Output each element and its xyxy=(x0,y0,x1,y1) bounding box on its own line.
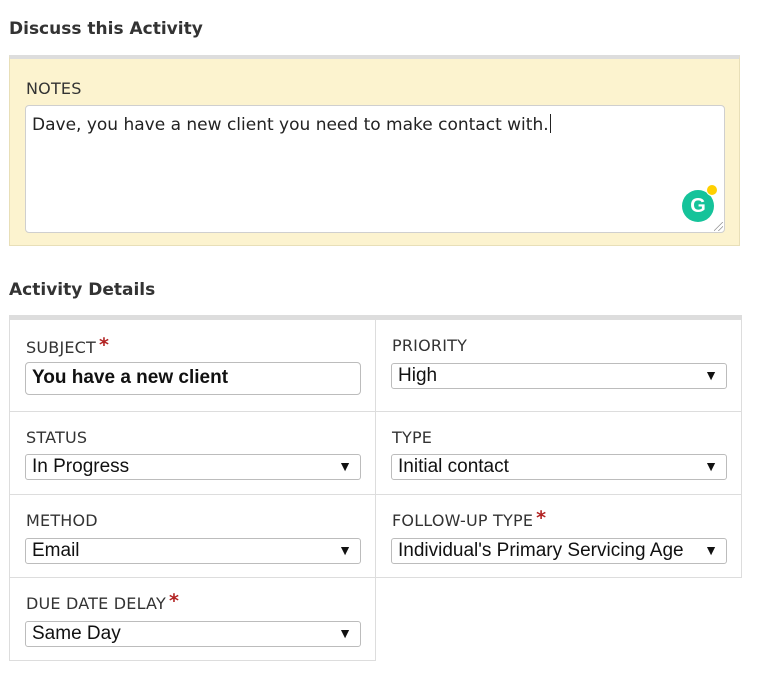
priority-cell: PRIORITY High ▼ xyxy=(375,319,742,412)
subject-cell: SUBJECT * You have a new client xyxy=(9,319,376,412)
type-value: Initial contact xyxy=(398,456,509,477)
resize-handle[interactable] xyxy=(714,222,723,231)
chevron-down-icon: ▼ xyxy=(338,542,352,558)
priority-select[interactable]: High ▼ xyxy=(391,363,727,389)
priority-value: High xyxy=(398,365,438,386)
followup-type-value: Individual's Primary Servicing Age xyxy=(398,540,684,561)
discuss-section-title: Discuss this Activity xyxy=(9,19,203,39)
notes-label: NOTES xyxy=(26,79,82,98)
activity-details-grid: SUBJECT * You have a new client PRIORITY … xyxy=(9,315,742,661)
required-marker: * xyxy=(536,507,547,529)
chevron-down-icon: ▼ xyxy=(338,458,352,474)
subject-input[interactable]: You have a new client xyxy=(25,362,361,395)
followup-type-label: FOLLOW-UP TYPE * xyxy=(392,507,547,530)
due-date-delay-value: Same Day xyxy=(32,623,121,644)
chevron-down-icon: ▼ xyxy=(704,458,718,474)
type-label: TYPE xyxy=(392,428,433,447)
notes-text: Dave, you have a new client you need to … xyxy=(32,114,551,135)
priority-label: PRIORITY xyxy=(392,336,468,355)
notes-panel: NOTES Dave, you have a new client you ne… xyxy=(9,55,740,246)
status-label: STATUS xyxy=(26,428,88,447)
grammarly-notification-dot xyxy=(706,184,718,196)
text-caret xyxy=(549,114,551,133)
status-cell: STATUS In Progress ▼ xyxy=(9,411,376,495)
notes-textarea[interactable]: Dave, you have a new client you need to … xyxy=(25,105,725,233)
status-select[interactable]: In Progress ▼ xyxy=(25,454,361,480)
required-marker: * xyxy=(168,590,180,612)
type-cell: TYPE Initial contact ▼ xyxy=(375,411,742,495)
required-marker: * xyxy=(99,334,110,356)
method-value: Email xyxy=(32,540,80,561)
chevron-down-icon: ▼ xyxy=(704,367,718,383)
subject-label: SUBJECT * xyxy=(26,334,110,357)
method-label: METHOD xyxy=(26,511,98,530)
status-value: In Progress xyxy=(32,456,130,477)
due-date-delay-cell: DUE DATE DELAY * Same Day ▼ xyxy=(9,577,376,661)
followup-type-cell: FOLLOW-UP TYPE * Individual's Primary Ser… xyxy=(375,494,742,578)
due-date-delay-label: DUE DATE DELAY * xyxy=(26,590,180,613)
method-select[interactable]: Email ▼ xyxy=(25,538,361,564)
due-date-delay-select[interactable]: Same Day ▼ xyxy=(25,621,361,647)
chevron-down-icon: ▼ xyxy=(704,542,718,558)
followup-type-select[interactable]: Individual's Primary Servicing Age ▼ xyxy=(391,538,727,564)
type-select[interactable]: Initial contact ▼ xyxy=(391,454,727,480)
method-cell: METHOD Email ▼ xyxy=(9,494,376,578)
chevron-down-icon: ▼ xyxy=(338,625,352,641)
details-section-title: Activity Details xyxy=(9,280,156,300)
